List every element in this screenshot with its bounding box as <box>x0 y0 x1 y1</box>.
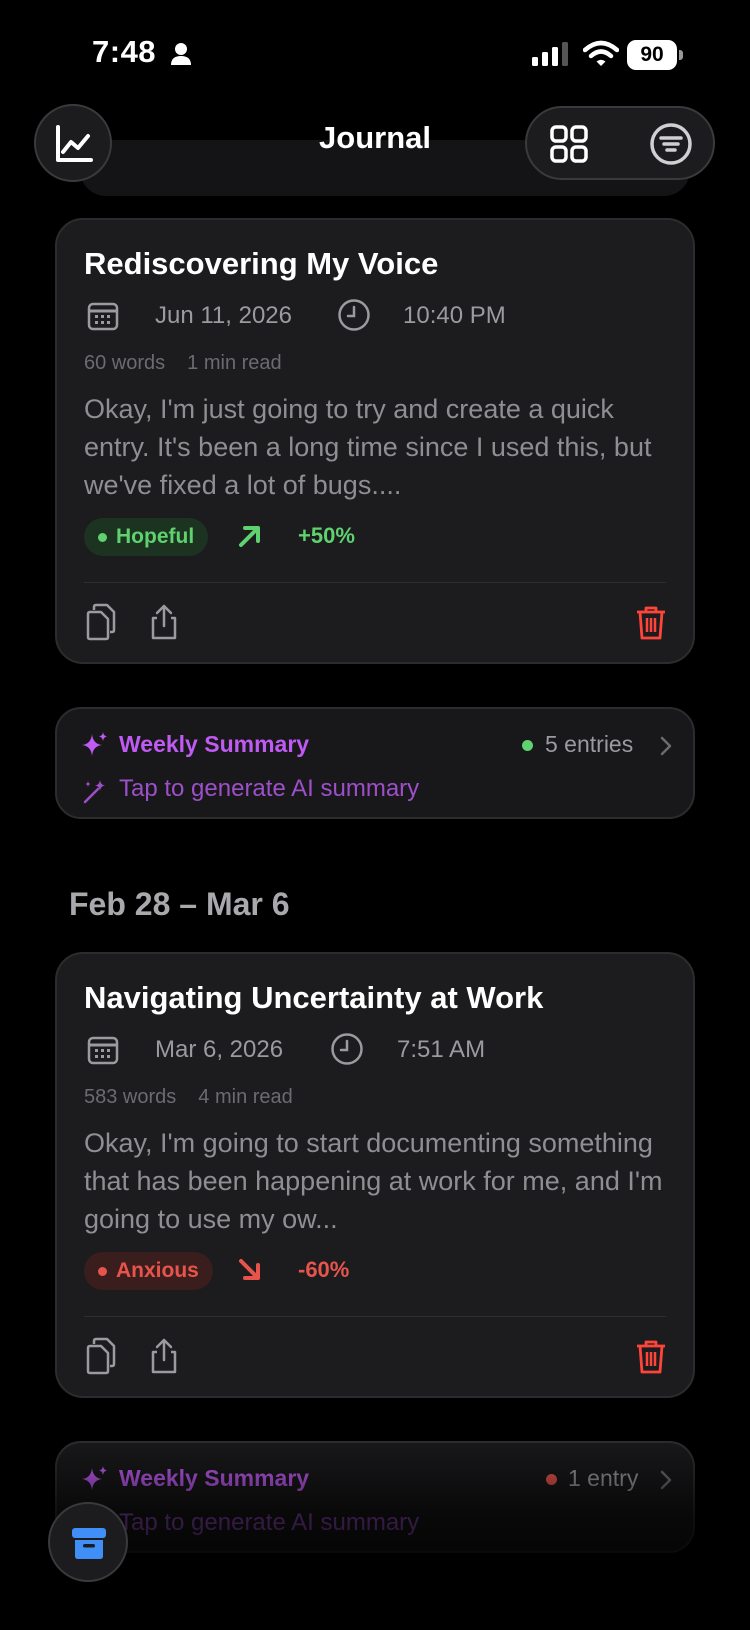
wifi-icon <box>583 40 619 66</box>
weekly-summary-card[interactable]: Weekly Summary 5 entries Tap to generate… <box>55 707 695 819</box>
mood-trend-value: -60% <box>298 1257 350 1282</box>
mood-badge: Hopeful <box>84 518 209 556</box>
entry-meta: Jun 11, 2026 10:40 PM <box>87 298 667 334</box>
divider <box>84 1316 666 1317</box>
weekly-summary-card[interactable]: Weekly Summary 1 entry Tap to generate A… <box>55 1441 695 1553</box>
copy-icon[interactable] <box>82 1336 122 1376</box>
calendar-icon <box>87 1036 119 1065</box>
entry-title: Navigating Uncertainty at Work <box>84 980 544 1015</box>
entry-stats: 60 words 1 min read <box>84 352 282 375</box>
status-dot <box>546 1474 557 1485</box>
weekly-summary-title: Weekly Summary <box>119 731 310 757</box>
mood-row: Anxious -60% <box>84 1252 584 1290</box>
mood-badge: Anxious <box>84 1252 213 1290</box>
magic-wand-icon <box>83 780 105 804</box>
entry-excerpt: Okay, I'm going to start documenting som… <box>84 1128 663 1234</box>
entry-meta: Mar 6, 2026 7:51 AM <box>87 1032 667 1068</box>
sparkles-icon <box>82 732 107 756</box>
clock-icon <box>331 1033 363 1065</box>
trend-down-icon <box>239 1259 260 1280</box>
filter-icon[interactable] <box>649 122 693 166</box>
calendar-icon <box>87 302 119 331</box>
delete-icon[interactable] <box>631 1336 671 1376</box>
cellular-signal-icon <box>532 42 568 66</box>
archive-button[interactable] <box>48 1502 128 1582</box>
chevron-right-icon <box>660 1470 672 1490</box>
person-icon <box>171 43 191 65</box>
battery-indicator: 90 <box>627 40 683 70</box>
entry-count: 1 entry <box>568 1465 639 1491</box>
read-time: 1 min read <box>187 352 282 374</box>
share-icon[interactable] <box>144 602 184 642</box>
entry-stats: 583 words 4 min read <box>84 1086 293 1109</box>
status-dot <box>522 740 533 751</box>
read-time: 4 min read <box>198 1086 293 1108</box>
trend-up-icon <box>239 526 260 547</box>
grid-view-icon[interactable] <box>549 124 589 164</box>
weekly-summary-title: Weekly Summary <box>119 1465 310 1491</box>
view-options-control[interactable] <box>525 106 715 180</box>
clock-icon <box>338 299 370 331</box>
generate-summary-link[interactable]: Tap to generate AI summary <box>119 1509 419 1537</box>
archive-box-icon <box>72 1528 106 1559</box>
week-section-header: Feb 28 – Mar 6 <box>69 886 290 922</box>
journal-entry-card[interactable]: Rediscovering My Voice Jun 11, 2026 10:4… <box>55 218 695 664</box>
entry-count: 5 entries <box>545 731 634 757</box>
chevron-right-icon <box>660 736 672 756</box>
status-time: 7:48 <box>92 34 157 69</box>
battery-level: 90 <box>627 40 677 70</box>
entry-title: Rediscovering My Voice <box>84 246 439 281</box>
entry-date: Jun 11, 2026 <box>155 302 293 329</box>
delete-icon[interactable] <box>631 602 671 642</box>
mood-row: Hopeful +50% <box>84 518 584 556</box>
word-count: 60 words <box>84 352 166 374</box>
generate-summary-link[interactable]: Tap to generate AI summary <box>119 775 419 803</box>
share-icon[interactable] <box>144 1336 184 1376</box>
journal-entry-card[interactable]: Navigating Uncertainty at Work Mar 6, 20… <box>55 952 695 1398</box>
mood-trend-value: +50% <box>298 523 355 548</box>
copy-icon[interactable] <box>82 602 122 642</box>
entry-time: 7:51 AM <box>397 1036 486 1063</box>
entry-excerpt: Okay, I'm just going to try and create a… <box>84 394 652 500</box>
entry-time: 10:40 PM <box>403 302 506 329</box>
divider <box>84 582 666 583</box>
status-bar: 7:48 90 <box>0 0 750 100</box>
word-count: 583 words <box>84 1086 177 1108</box>
sparkles-icon <box>82 1466 107 1490</box>
entry-date: Mar 6, 2026 <box>155 1036 284 1063</box>
